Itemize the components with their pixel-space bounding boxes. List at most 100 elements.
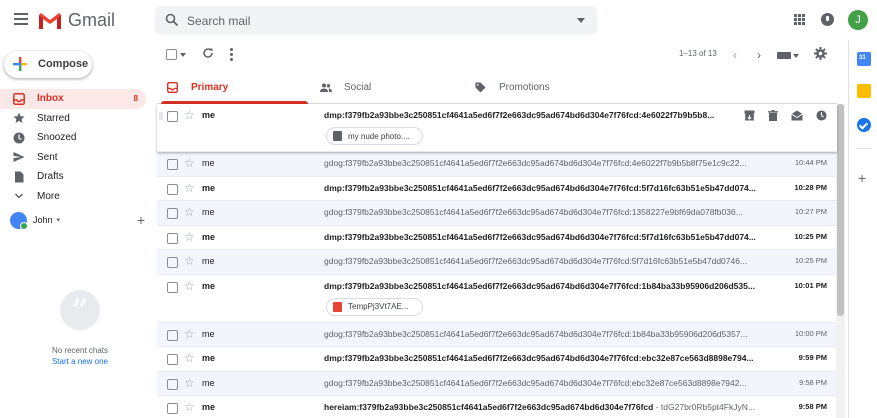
- sidebar-item-starred[interactable]: Starred: [0, 109, 146, 129]
- row-checkbox[interactable]: [167, 159, 178, 170]
- attachment-chip[interactable]: TempPj3Vt7AE...: [326, 297, 423, 316]
- search-input[interactable]: [187, 10, 547, 32]
- row-checkbox[interactable]: [167, 257, 178, 268]
- row-checkbox[interactable]: [167, 378, 178, 390]
- pagination-text: 1–13 of 13: [679, 49, 717, 58]
- star-toggle-icon[interactable]: ☆: [184, 351, 195, 365]
- start-new-chat-link[interactable]: Start a new one: [20, 357, 140, 366]
- previous-page-icon[interactable]: ‹: [733, 48, 737, 62]
- star-toggle-icon[interactable]: ☆: [184, 230, 195, 244]
- email-list-scrollbar[interactable]: [836, 104, 845, 418]
- calendar-icon[interactable]: [857, 52, 871, 66]
- row-checkbox[interactable]: [167, 329, 178, 341]
- row-checkbox[interactable]: [167, 354, 178, 365]
- star-toggle-icon[interactable]: ☆: [184, 181, 195, 195]
- email-time: 10:27 PM: [794, 207, 827, 216]
- inbox-icon: [166, 81, 179, 94]
- sidebar-item-drafts[interactable]: Drafts: [0, 167, 146, 187]
- delete-icon[interactable]: [767, 109, 779, 121]
- email-row[interactable]: ☆ me hereiam:f379fb2a93bbe3c250851cf4641…: [157, 396, 837, 418]
- tab-promotions[interactable]: Promotions: [474, 72, 550, 103]
- chevron-down-icon[interactable]: ▾: [57, 216, 61, 224]
- email-row[interactable]: ☆ me dmp:f379fb2a93bbe3c250851cf4641a5ed…: [157, 176, 837, 201]
- row-checkbox[interactable]: [167, 232, 178, 244]
- search-bar[interactable]: [155, 6, 597, 35]
- star-toggle-icon[interactable]: ☆: [184, 254, 195, 268]
- email-row[interactable]: ☆ me dmp:f379fb2a93bbe3c250851cf4641a5ed…: [157, 347, 837, 372]
- email-subject-text: hereiam:f379fb2a93bbe3c250851cf4641a5ed6…: [324, 402, 654, 412]
- email-row[interactable]: ☆ me gdog:f379fb2a93bbe3c250851cf4641a5e…: [157, 371, 837, 396]
- email-subject: gdog:f379fb2a93bbe3c250851cf4641a5ed6f7f…: [324, 207, 743, 217]
- gmail-logo[interactable]: Gmail: [38, 10, 115, 31]
- compose-button[interactable]: Compose: [4, 51, 92, 78]
- email-subject: dmp:f379fb2a93bbe3c250851cf4641a5ed6f7f2…: [324, 280, 755, 291]
- account-avatar[interactable]: J: [848, 10, 868, 30]
- refresh-icon[interactable]: [202, 47, 214, 59]
- email-row[interactable]: ☆ me dmp:f379fb2a93bbe3c250851cf4641a5ed…: [157, 274, 837, 323]
- mark-as-read-icon[interactable]: [791, 109, 803, 121]
- email-row[interactable]: ☆ me gdog:f379fb2a93bbe3c250851cf4641a5e…: [157, 250, 837, 275]
- get-addons-plus-icon[interactable]: +: [858, 170, 866, 186]
- archive-icon[interactable]: [743, 109, 755, 121]
- email-subject: gdog:f379fb2a93bbe3c250851cf4641a5ed6f7f…: [324, 328, 748, 339]
- hangouts-user[interactable]: John ▾ +: [10, 210, 145, 230]
- search-icon[interactable]: [165, 13, 179, 27]
- keep-notes-icon[interactable]: [857, 84, 871, 98]
- email-sender: me: [202, 110, 216, 120]
- app-name: Gmail: [68, 10, 116, 30]
- star-toggle-icon[interactable]: ☆: [184, 376, 195, 390]
- sidebar-item-more[interactable]: More: [0, 187, 146, 207]
- inbox-icon: [12, 92, 25, 105]
- settings-gear-icon[interactable]: [814, 47, 827, 60]
- email-subject: gdog:f379fb2a93bbe3c250851cf4641a5ed6f7f…: [324, 377, 747, 388]
- email-row[interactable]: ☆ me gdog:f379fb2a93bbe3c250851cf4641a5e…: [157, 201, 837, 226]
- email-row[interactable]: ☆ me dmp:f379fb2a93bbe3c250851cf4641a5ed…: [157, 225, 837, 250]
- sidebar-item-sent[interactable]: Sent: [0, 148, 146, 168]
- star-toggle-icon[interactable]: ☆: [184, 156, 195, 170]
- snooze-clock-icon[interactable]: [815, 109, 827, 121]
- no-recent-chats-text: No recent chats: [51, 346, 109, 355]
- input-tools-icon[interactable]: [777, 52, 791, 59]
- star-toggle-icon[interactable]: ☆: [184, 108, 195, 122]
- search-options-icon[interactable]: [577, 18, 585, 23]
- email-time: 10:25 PM: [794, 231, 827, 241]
- tab-primary[interactable]: Primary: [160, 72, 309, 104]
- next-page-icon[interactable]: ›: [757, 48, 761, 62]
- row-checkbox[interactable]: [167, 281, 178, 293]
- tab-social[interactable]: Social: [319, 72, 371, 103]
- email-time: 9:58 PM: [799, 377, 827, 387]
- mail-toolbar: 1–13 of 13 ‹ ›: [160, 44, 840, 66]
- tasks-icon[interactable]: [857, 118, 871, 132]
- input-tools-caret-icon[interactable]: [793, 54, 799, 58]
- star-toggle-icon[interactable]: ☆: [184, 400, 195, 414]
- top-bar: Gmail J: [0, 0, 877, 40]
- email-sender: me: [202, 280, 216, 291]
- hangouts-avatar: [10, 211, 28, 230]
- drag-handle-icon[interactable]: [159, 112, 163, 120]
- row-checkbox[interactable]: [167, 111, 178, 122]
- sidebar-item-label: Sent: [37, 151, 58, 163]
- sidebar-item-snoozed[interactable]: Snoozed: [0, 128, 146, 148]
- notifications-icon[interactable]: [821, 13, 834, 26]
- select-options-caret-icon[interactable]: [180, 53, 186, 57]
- star-toggle-icon[interactable]: ☆: [184, 327, 195, 341]
- sidebar-item-inbox[interactable]: Inbox 8: [0, 89, 146, 109]
- row-checkbox[interactable]: [167, 208, 178, 219]
- select-all-checkbox[interactable]: [166, 49, 177, 60]
- row-checkbox[interactable]: [167, 403, 178, 414]
- main-menu-icon[interactable]: [14, 13, 28, 25]
- apps-grid-icon[interactable]: [794, 14, 805, 25]
- hangouts-user-name: John: [33, 215, 53, 225]
- star-toggle-icon[interactable]: ☆: [184, 279, 195, 293]
- attachment-chip[interactable]: my nude photo....: [326, 127, 423, 145]
- email-row[interactable]: ☆ me gdog:f379fb2a93bbe3c250851cf4641a5e…: [157, 152, 837, 177]
- scrollbar-thumb[interactable]: [837, 104, 844, 316]
- email-row[interactable]: ☆ me dmp:f379fb2a93bbe3c250851cf4641a5ed…: [157, 104, 837, 152]
- email-sender: me: [202, 328, 215, 339]
- email-sender: me: [202, 182, 216, 193]
- star-toggle-icon[interactable]: ☆: [184, 205, 195, 219]
- row-checkbox[interactable]: [167, 183, 178, 195]
- email-row[interactable]: ☆ me gdog:f379fb2a93bbe3c250851cf4641a5e…: [157, 322, 837, 347]
- new-chat-plus-icon[interactable]: +: [137, 212, 145, 228]
- more-options-icon[interactable]: [230, 48, 233, 63]
